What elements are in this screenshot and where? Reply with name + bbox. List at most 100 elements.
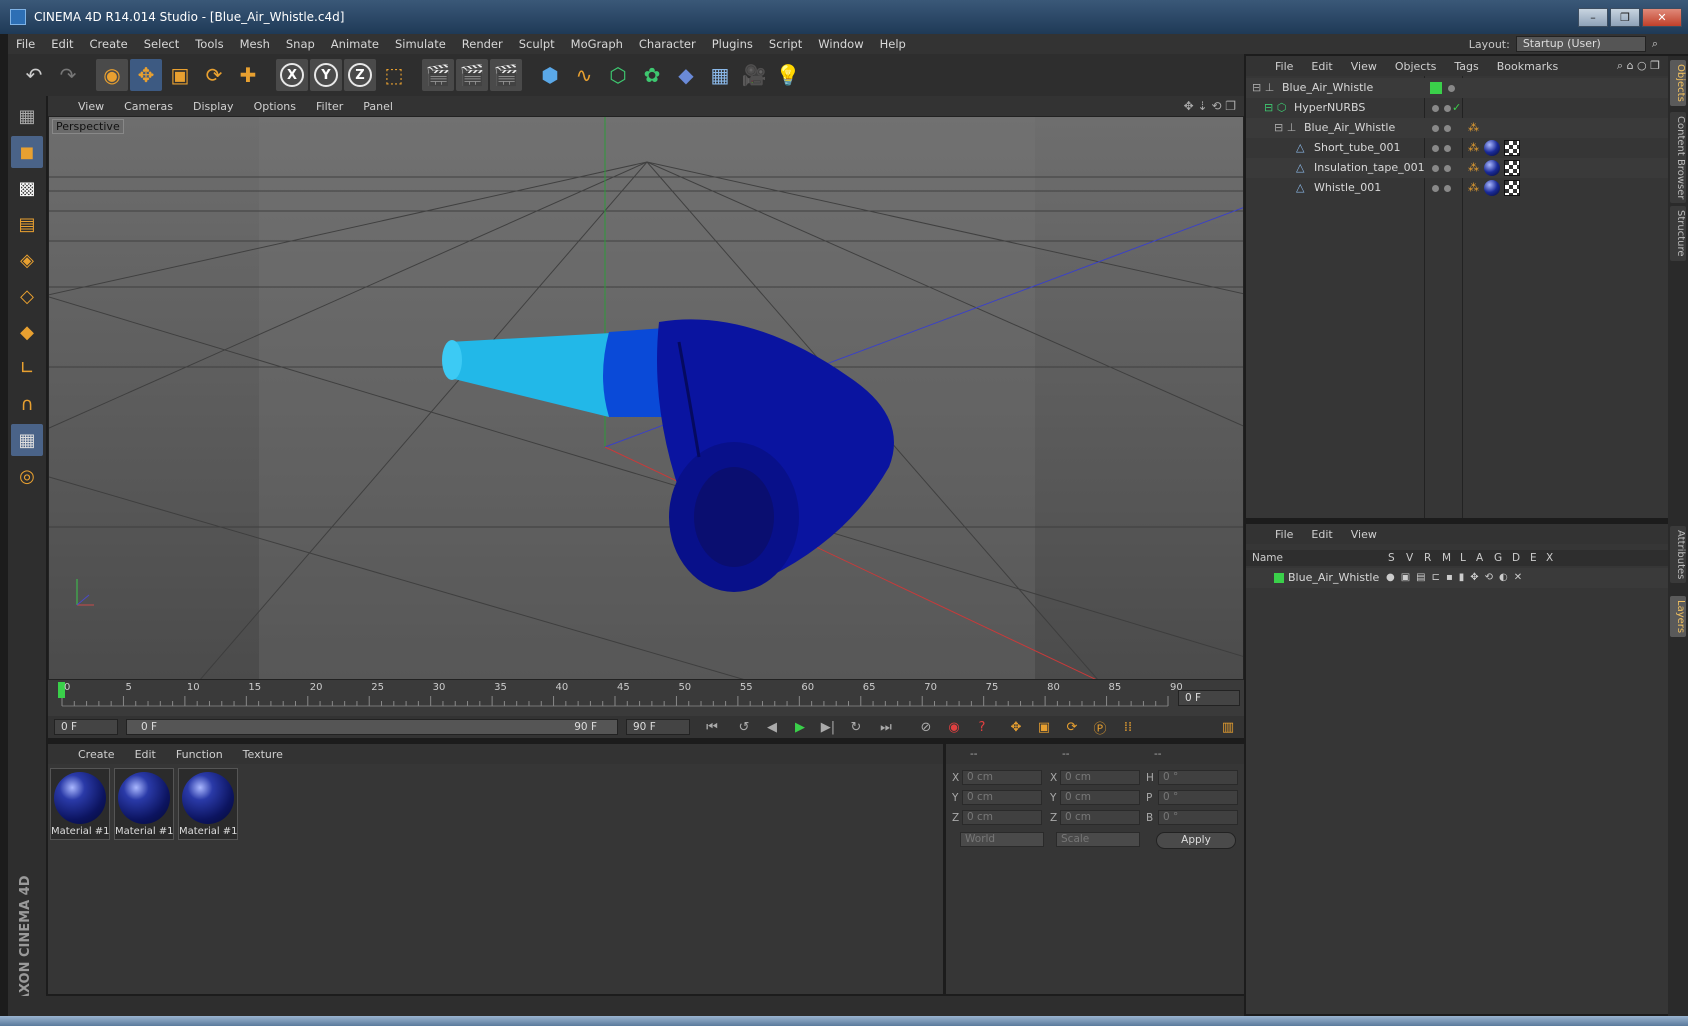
menu-animate[interactable]: Animate [323, 37, 387, 51]
layers-menu-file[interactable]: File [1266, 528, 1302, 541]
layer-col-deformers[interactable]: D [1512, 550, 1520, 566]
add-tool-icon[interactable]: ✚ [232, 59, 264, 91]
uvw-tag-icon[interactable] [1504, 140, 1520, 156]
move-tool-icon[interactable]: ✥ [130, 59, 162, 91]
layer-col-xref[interactable]: X [1546, 550, 1553, 566]
uvw-tag-icon[interactable] [1504, 180, 1520, 196]
array-icon[interactable]: ✿ [636, 59, 668, 91]
scale-tool-icon[interactable]: ▣ [164, 59, 196, 91]
objects-menu-bookmarks[interactable]: Bookmarks [1488, 60, 1567, 73]
object-row[interactable]: ⊟ ⬡ HyperNURBS ✓ [1246, 98, 1668, 118]
play-icon[interactable]: ▶ [788, 718, 812, 736]
menu-mograph[interactable]: MoGraph [563, 37, 631, 51]
magnet-icon[interactable]: ∩ [11, 388, 43, 420]
menu-window[interactable]: Window [810, 37, 871, 51]
timeline-window-icon[interactable]: ▥ [1216, 718, 1240, 736]
key-position-icon[interactable]: ✥ [1004, 718, 1028, 736]
previous-key-icon[interactable]: ↺ [732, 718, 756, 736]
next-key-icon[interactable]: ↻ [844, 718, 868, 736]
menu-select[interactable]: Select [136, 37, 187, 51]
enabled-check-icon[interactable]: ✓ [1452, 98, 1461, 118]
rotate-tool-icon[interactable]: ⟳ [198, 59, 230, 91]
range-slider[interactable]: 0 F 90 F [126, 719, 618, 735]
record-keys-icon[interactable]: ⊘ [914, 718, 938, 736]
material-menu-texture[interactable]: Texture [233, 748, 293, 761]
size-x-field[interactable]: 0 cm [1060, 770, 1140, 785]
layer-col-solo[interactable]: S [1388, 550, 1395, 566]
workplane-mode-icon[interactable]: ▤ [11, 208, 43, 240]
layout-dropdown[interactable]: Startup (User) [1515, 36, 1646, 52]
position-y-field[interactable]: 0 cm [962, 790, 1042, 805]
rotation-h-field[interactable]: 0 ° [1158, 770, 1238, 785]
apply-button[interactable]: Apply [1156, 832, 1236, 849]
maximize-button[interactable]: ❐ [1610, 8, 1640, 27]
position-z-field[interactable]: 0 cm [962, 810, 1042, 825]
coordinate-system-icon[interactable]: ⬚ [378, 59, 410, 91]
floor-icon[interactable]: ▦ [704, 59, 736, 91]
material-swatch[interactable]: Material #1 [50, 768, 110, 840]
menu-mesh[interactable]: Mesh [232, 37, 278, 51]
rotation-b-field[interactable]: 0 ° [1158, 810, 1238, 825]
snap-lock-icon[interactable]: ▦ [11, 424, 43, 456]
menu-simulate[interactable]: Simulate [387, 37, 454, 51]
redo-icon[interactable]: ↷ [52, 59, 84, 91]
edit-render-settings-icon[interactable]: 🎬 [490, 59, 522, 91]
objects-menu-view[interactable]: View [1342, 60, 1386, 73]
world-dropdown[interactable]: World [960, 832, 1044, 847]
menu-script[interactable]: Script [761, 37, 810, 51]
material-menu-edit[interactable]: Edit [125, 748, 166, 761]
tab-structure[interactable]: Structure [1670, 206, 1686, 261]
minimize-button[interactable]: – [1578, 8, 1608, 27]
y-axis-toggle[interactable]: Y [310, 59, 342, 91]
layer-row[interactable]: Blue_Air_Whistle ●▣▤⊏▪▮✥⟲◐✕ [1246, 568, 1668, 588]
go-to-end-icon[interactable]: ⏭ [874, 718, 898, 736]
make-editable-icon[interactable]: ▦ [11, 100, 43, 132]
menu-plugins[interactable]: Plugins [704, 37, 761, 51]
keyframe-selection-icon[interactable]: ? [970, 718, 994, 736]
start-frame-field[interactable]: 0 F [54, 719, 118, 735]
phong-tag-icon[interactable]: ⁂ [1468, 178, 1479, 198]
menu-create[interactable]: Create [82, 37, 136, 51]
close-button[interactable]: ✕ [1642, 8, 1682, 27]
objects-menu-file[interactable]: File [1266, 60, 1302, 73]
tab-layers[interactable]: Layers [1670, 596, 1686, 638]
light-icon[interactable]: 💡 [772, 59, 804, 91]
viewport-menu-options[interactable]: Options [244, 100, 306, 113]
menu-help[interactable]: Help [872, 37, 914, 51]
material-swatch[interactable]: Material #1 [114, 768, 174, 840]
layers-menu-edit[interactable]: Edit [1302, 528, 1341, 541]
object-row[interactable]: △ Short_tube_001 ⁂ [1246, 138, 1668, 158]
layer-col-generators[interactable]: G [1494, 550, 1502, 566]
layers-menu-view[interactable]: View [1342, 528, 1386, 541]
material-tag-icon[interactable] [1484, 180, 1500, 196]
sculpt-icon[interactable]: ◎ [11, 460, 43, 492]
viewport-menu-display[interactable]: Display [183, 100, 244, 113]
object-row[interactable]: △ Whistle_001 ⁂ [1246, 178, 1668, 198]
layer-col-render[interactable]: R [1424, 550, 1431, 566]
material-tag-icon[interactable] [1484, 160, 1500, 176]
viewport-camera-label[interactable]: Perspective [52, 119, 124, 134]
menu-sculpt[interactable]: Sculpt [511, 37, 563, 51]
end-frame-field[interactable]: 90 F [626, 719, 690, 735]
layer-col-manager[interactable]: M [1442, 550, 1451, 566]
scale-dropdown[interactable]: Scale [1056, 832, 1140, 847]
position-x-field[interactable]: 0 cm [962, 770, 1042, 785]
menu-tools[interactable]: Tools [187, 37, 231, 51]
menu-character[interactable]: Character [631, 37, 704, 51]
size-z-field[interactable]: 0 cm [1060, 810, 1140, 825]
polygons-mode-icon[interactable]: ◆ [11, 316, 43, 348]
z-axis-toggle[interactable]: Z [344, 59, 376, 91]
objects-search-icon[interactable]: ⌕ ⌂ ○ ❐ [1617, 59, 1660, 73]
model-mode-icon[interactable]: ◼ [11, 136, 43, 168]
layer-toggle-icons[interactable]: ●▣▤⊏▪▮✥⟲◐✕ [1386, 568, 1528, 588]
phong-tag-icon[interactable]: ⁂ [1468, 138, 1479, 158]
rotation-p-field[interactable]: 0 ° [1158, 790, 1238, 805]
search-icon[interactable]: ⌕ [1652, 37, 1658, 51]
objects-menu-edit[interactable]: Edit [1302, 60, 1341, 73]
material-menu-function[interactable]: Function [166, 748, 233, 761]
phong-tag-icon[interactable]: ⁂ [1468, 158, 1479, 178]
tab-content-browser[interactable]: Content Browser [1670, 112, 1686, 204]
viewport-menu-view[interactable]: View [68, 100, 114, 113]
nurbs-icon[interactable]: ⬡ [602, 59, 634, 91]
viewport-nav-icons[interactable]: ✥ ⇣ ⟲ ❐ [1184, 99, 1236, 113]
